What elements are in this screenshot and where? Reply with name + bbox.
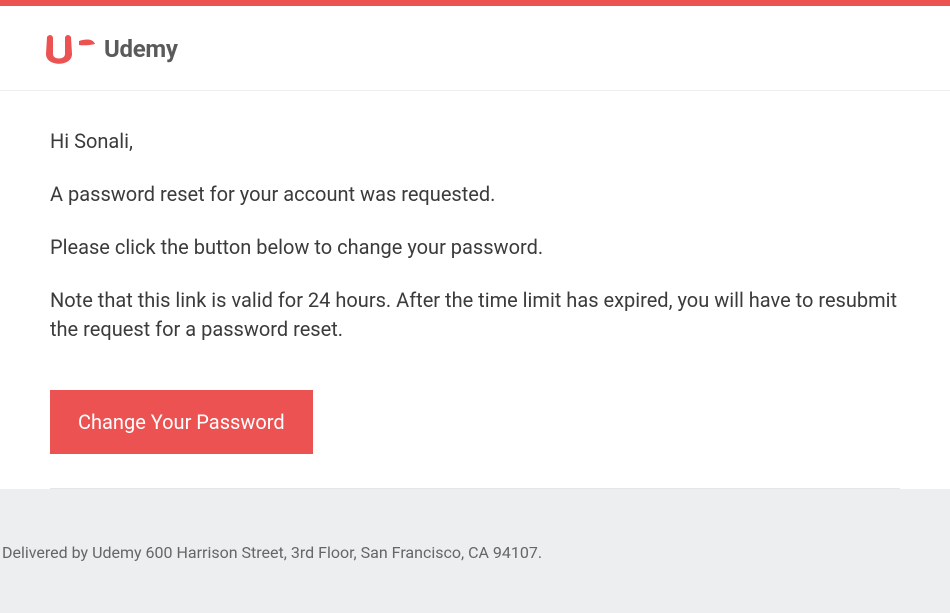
body-line-3: Note that this link is valid for 24 hour…: [50, 286, 900, 344]
footer-text: Delivered by Udemy 600 Harrison Street, …: [0, 517, 950, 562]
change-password-button[interactable]: Change Your Password: [50, 390, 313, 454]
body-line-1: A password reset for your account was re…: [50, 180, 900, 209]
divider: [50, 488, 900, 489]
cta-row: Change Your Password: [0, 380, 950, 488]
email-card: Udemy Hi Sonali, A password reset for yo…: [0, 0, 950, 489]
email-header: Udemy: [0, 6, 950, 91]
email-body: Hi Sonali, A password reset for your acc…: [0, 91, 950, 380]
body-line-2: Please click the button below to change …: [50, 233, 900, 262]
udemy-logo-icon: [44, 32, 98, 66]
brand-name: Udemy: [104, 35, 178, 63]
greeting-text: Hi Sonali,: [50, 127, 900, 156]
brand-logo: Udemy: [44, 32, 906, 66]
